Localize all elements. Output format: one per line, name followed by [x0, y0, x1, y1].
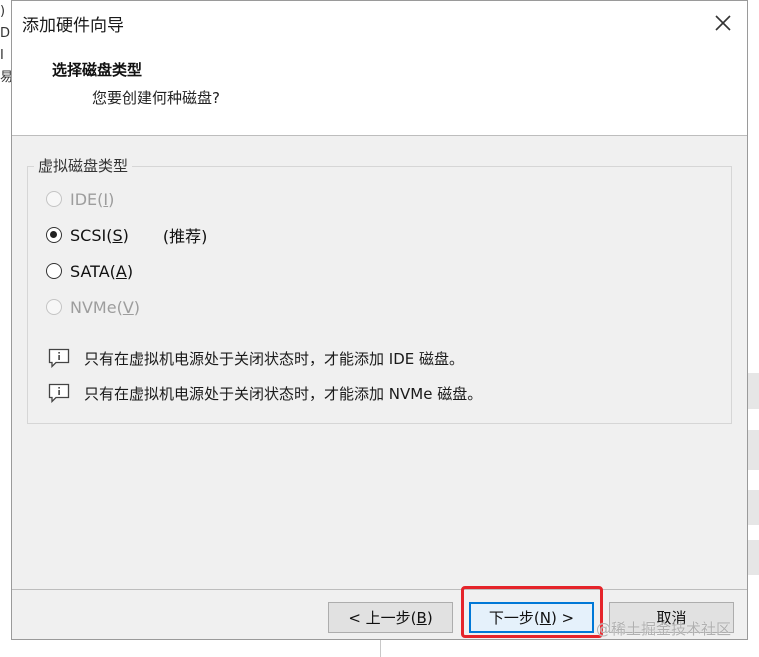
radio-label-nvme: NVMe(V) — [70, 297, 141, 317]
close-button[interactable] — [709, 9, 737, 37]
radio-label-scsi: SCSI(S) — [70, 225, 129, 245]
info-icon — [48, 383, 70, 403]
close-icon — [715, 15, 731, 31]
back-button[interactable]: < 上一步(B) — [328, 602, 453, 633]
footer-separator — [12, 589, 747, 590]
recommended-note: (推荐) — [162, 227, 208, 246]
background-divider — [380, 640, 381, 657]
background-panel-fragment — [748, 540, 759, 575]
radio-sata[interactable]: SATA(A) — [46, 259, 133, 283]
background-panel-fragment — [748, 490, 759, 525]
info-icon — [48, 348, 70, 368]
info-text: 只有在虚拟机电源处于关闭状态时，才能添加 NVMe 磁盘。 — [84, 384, 483, 403]
radio-indicator — [46, 227, 62, 243]
radio-nvme[interactable]: NVMe(V) — [46, 295, 140, 319]
info-message-nvme: 只有在虚拟机电源处于关闭状态时，才能添加 NVMe 磁盘。 — [48, 382, 482, 404]
group-label: 虚拟磁盘类型 — [34, 155, 133, 176]
page-subtitle: 您要创建何种磁盘? — [92, 89, 220, 107]
background-panel-fragment — [748, 373, 759, 409]
next-button[interactable]: 下一步(N) > — [469, 602, 594, 633]
add-hardware-wizard-dialog: 添加硬件向导 选择磁盘类型 您要创建何种磁盘? 虚拟磁盘类型 IDE(I) SC… — [11, 0, 748, 640]
radio-scsi[interactable]: SCSI(S) (推荐) — [46, 223, 207, 247]
wizard-header: 选择磁盘类型 您要创建何种磁盘? — [12, 45, 747, 136]
background-panel-fragment — [748, 430, 759, 470]
page-title: 选择磁盘类型 — [52, 61, 143, 79]
window-title: 添加硬件向导 — [22, 16, 124, 36]
watermark: @稀土掘金技术社区 — [596, 620, 732, 638]
radio-label-ide: IDE(I) — [70, 189, 115, 209]
title-bar: 添加硬件向导 — [12, 1, 747, 45]
info-message-ide: 只有在虚拟机电源处于关闭状态时，才能添加 IDE 磁盘。 — [48, 347, 464, 369]
radio-indicator — [46, 299, 62, 315]
disk-type-group: 虚拟磁盘类型 IDE(I) SCSI(S) (推荐) SATA(A) NVMe(… — [27, 155, 732, 424]
info-text: 只有在虚拟机电源处于关闭状态时，才能添加 IDE 磁盘。 — [84, 349, 464, 368]
radio-label-sata: SATA(A) — [70, 261, 134, 281]
radio-indicator — [46, 263, 62, 279]
radio-indicator — [46, 191, 62, 207]
radio-ide[interactable]: IDE(I) — [46, 187, 114, 211]
